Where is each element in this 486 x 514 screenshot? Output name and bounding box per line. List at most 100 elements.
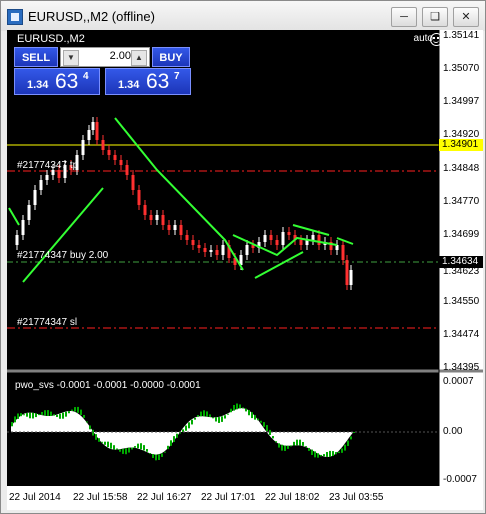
candle-body bbox=[131, 175, 135, 190]
candle-body bbox=[87, 130, 91, 140]
indicator-bar bbox=[161, 453, 163, 457]
expert-smiley-icon[interactable] bbox=[430, 33, 443, 46]
candle-body bbox=[107, 150, 111, 155]
minimize-button[interactable]: ─ bbox=[391, 7, 417, 27]
indicator-bar bbox=[62, 412, 64, 419]
close-button[interactable]: ✕ bbox=[453, 7, 479, 27]
lot-size-input[interactable]: ▼ 2.00 ▲ bbox=[60, 47, 150, 67]
indicator-bar bbox=[164, 451, 166, 453]
indicator-bar bbox=[86, 421, 88, 423]
indicator-bar bbox=[65, 411, 67, 417]
indicator-bar bbox=[113, 445, 115, 450]
buy-order-label[interactable]: #21774347 buy 2.00 bbox=[17, 250, 108, 261]
chart-canvas[interactable]: EURUSD.,M2 auto SELL ▼ 2.00 ▲ BUY 1.34 6… bbox=[7, 30, 483, 510]
indicator-bar bbox=[11, 421, 13, 427]
chart-plot[interactable] bbox=[7, 30, 483, 510]
indicator-bar bbox=[176, 433, 178, 438]
lot-decrease-icon[interactable]: ▼ bbox=[63, 50, 79, 66]
buy-button[interactable]: BUY bbox=[152, 47, 190, 67]
indicator-bar bbox=[95, 434, 97, 440]
indicator-bar bbox=[173, 436, 175, 443]
candle-body bbox=[173, 225, 177, 230]
candle-body bbox=[155, 215, 159, 220]
indicator-bar bbox=[206, 411, 208, 417]
minimize-icon: ─ bbox=[400, 11, 408, 23]
indicator-tick-label: -0.0007 bbox=[443, 474, 477, 485]
indicator-bar bbox=[137, 443, 139, 449]
price-tick-label: 1.34770 bbox=[443, 196, 480, 207]
lot-increase-icon[interactable]: ▲ bbox=[131, 50, 147, 66]
candle-body bbox=[39, 180, 43, 190]
indicator-bar bbox=[263, 422, 265, 427]
indicator-bar bbox=[344, 444, 346, 451]
indicator-bar bbox=[128, 447, 130, 453]
lot-value: 2.00 bbox=[109, 50, 131, 62]
title-bar[interactable]: EURUSD,,M2 (offline) ─ ❑ ✕ bbox=[1, 1, 485, 31]
buy-price-big: 63 bbox=[146, 70, 170, 93]
indicator-bar bbox=[53, 414, 55, 416]
candle-body bbox=[197, 245, 201, 248]
indicator-bar bbox=[98, 438, 100, 442]
indicator-bar bbox=[119, 449, 121, 452]
indicator-bar bbox=[185, 425, 187, 431]
candle-body bbox=[149, 215, 153, 220]
tp-order-label[interactable]: #21774347 tp bbox=[17, 160, 78, 171]
indicator-bar bbox=[50, 411, 52, 417]
indicator-bar bbox=[74, 407, 76, 412]
trend-line bbox=[336, 237, 354, 245]
trend-line bbox=[232, 234, 338, 257]
candle-body bbox=[119, 160, 123, 165]
sell-price-big: 63 bbox=[55, 70, 79, 93]
sell-button[interactable]: SELL bbox=[14, 47, 58, 67]
indicator-bar bbox=[77, 406, 79, 413]
indicator-bar bbox=[278, 443, 280, 448]
sell-price-prefix: 1.34 bbox=[27, 79, 49, 91]
candle-body bbox=[341, 245, 345, 260]
trend-line bbox=[254, 251, 304, 279]
indicator-bar bbox=[32, 412, 34, 419]
indicator-bar bbox=[116, 448, 118, 450]
candle-body bbox=[287, 232, 291, 235]
candle-body bbox=[125, 165, 129, 175]
time-label: 22 Jul 15:58 bbox=[73, 492, 128, 503]
sl-order-label[interactable]: #21774347 sl bbox=[17, 317, 77, 328]
indicator-label: pwo_svs -0.0001 -0.0001 -0.0000 -0.0001 bbox=[15, 380, 201, 391]
indicator-bar bbox=[131, 447, 133, 450]
time-label: 23 Jul 03:55 bbox=[329, 492, 384, 503]
indicator-bar bbox=[341, 448, 343, 453]
indicator-bar bbox=[203, 410, 205, 417]
indicator-bar bbox=[305, 446, 307, 448]
indicator-bar bbox=[83, 414, 85, 418]
indicator-bar bbox=[47, 410, 49, 417]
indicator-bar bbox=[281, 444, 283, 451]
indicator-bar bbox=[314, 451, 316, 458]
indicator-bar bbox=[299, 439, 301, 446]
buy-price-button[interactable]: 1.34 63 7 bbox=[105, 68, 191, 95]
indicator-bar bbox=[80, 409, 82, 415]
candle-body bbox=[275, 240, 279, 245]
indicator-bar bbox=[20, 413, 22, 417]
candle-body bbox=[15, 235, 19, 245]
restore-icon: ❑ bbox=[430, 11, 440, 23]
indicator-bar bbox=[248, 409, 250, 416]
indicator-bar bbox=[59, 413, 61, 419]
yellow-line-tag: 1.34901 bbox=[439, 139, 483, 151]
candle-body bbox=[33, 190, 37, 205]
candle-body bbox=[269, 235, 273, 240]
candle-body bbox=[191, 240, 195, 245]
sell-price-button[interactable]: 1.34 63 4 bbox=[14, 68, 100, 95]
indicator-bar bbox=[224, 415, 226, 419]
indicator-bar bbox=[260, 420, 262, 423]
indicator-bar bbox=[149, 453, 151, 455]
indicator-bar bbox=[302, 442, 304, 446]
indicator-tick-label: 0.0007 bbox=[443, 376, 474, 387]
indicator-bar bbox=[242, 407, 244, 409]
candle-body bbox=[101, 140, 105, 150]
restore-button[interactable]: ❑ bbox=[422, 7, 448, 27]
indicator-bar bbox=[296, 439, 298, 446]
indicator-bar bbox=[335, 452, 337, 455]
candle-body bbox=[345, 260, 349, 285]
candle-body bbox=[161, 215, 165, 225]
candle-body bbox=[245, 245, 249, 255]
indicator-bar bbox=[107, 441, 109, 448]
